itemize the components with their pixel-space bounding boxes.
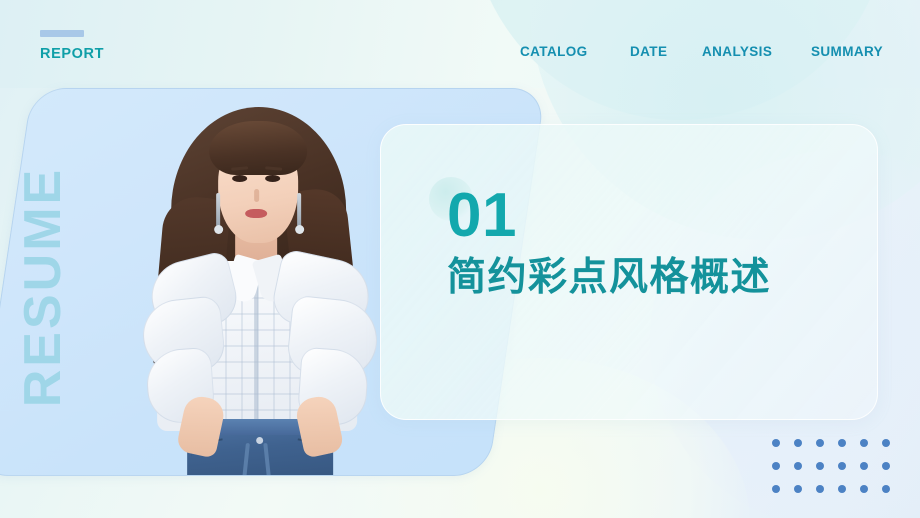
decor-dot bbox=[772, 462, 780, 470]
section-content-card: 01 简约彩点风格概述 bbox=[380, 124, 878, 420]
portrait-earring-bead-right bbox=[295, 225, 305, 234]
section-title: 简约彩点风格概述 bbox=[447, 255, 772, 300]
nav-item-analysis[interactable]: ANALYSIS bbox=[702, 43, 772, 60]
decor-dot bbox=[838, 439, 846, 447]
portrait-earring-left bbox=[216, 193, 221, 227]
decor-dot-grid bbox=[772, 439, 904, 508]
portrait-earring-right bbox=[297, 193, 302, 227]
portrait-lips bbox=[245, 209, 268, 218]
decor-dot bbox=[882, 462, 890, 470]
decor-dot bbox=[772, 485, 780, 493]
slide-header: REPORT CATALOG DATE ANALYSIS SUMMARY bbox=[0, 0, 920, 88]
decor-dot bbox=[860, 439, 868, 447]
brand-block: REPORT bbox=[40, 30, 104, 62]
decor-dot bbox=[794, 439, 802, 447]
decor-dot bbox=[882, 485, 890, 493]
decor-dot bbox=[794, 462, 802, 470]
portrait-blouse-placket bbox=[254, 279, 259, 429]
portrait-photo bbox=[113, 101, 403, 476]
decor-dot bbox=[772, 439, 780, 447]
portrait-eye-left bbox=[232, 175, 248, 182]
decor-dot bbox=[882, 439, 890, 447]
resume-vertical-label: RESUME bbox=[14, 166, 73, 408]
decor-dot bbox=[838, 485, 846, 493]
decor-dot bbox=[838, 462, 846, 470]
decor-dot bbox=[860, 485, 868, 493]
portrait-jeans-button bbox=[256, 437, 264, 444]
portrait-earring-bead-left bbox=[214, 225, 224, 234]
top-navigation: CATALOG DATE ANALYSIS SUMMARY bbox=[506, 43, 906, 89]
portrait-hair-fringe bbox=[209, 121, 308, 175]
nav-item-catalog[interactable]: CATALOG bbox=[520, 43, 588, 60]
decor-dot bbox=[816, 462, 824, 470]
decor-dot bbox=[816, 439, 824, 447]
section-number: 01 bbox=[447, 181, 517, 250]
decor-dot bbox=[860, 462, 868, 470]
portrait-nose bbox=[254, 189, 260, 202]
portrait-eye-right bbox=[265, 175, 281, 182]
nav-item-summary[interactable]: SUMMARY bbox=[811, 43, 883, 60]
slide-canvas: REPORT CATALOG DATE ANALYSIS SUMMARY RES… bbox=[0, 0, 920, 518]
decor-dot bbox=[816, 485, 824, 493]
brand-accent-bar bbox=[40, 30, 84, 37]
decor-dot bbox=[794, 485, 802, 493]
nav-item-date[interactable]: DATE bbox=[630, 43, 667, 60]
brand-label: REPORT bbox=[40, 46, 105, 62]
